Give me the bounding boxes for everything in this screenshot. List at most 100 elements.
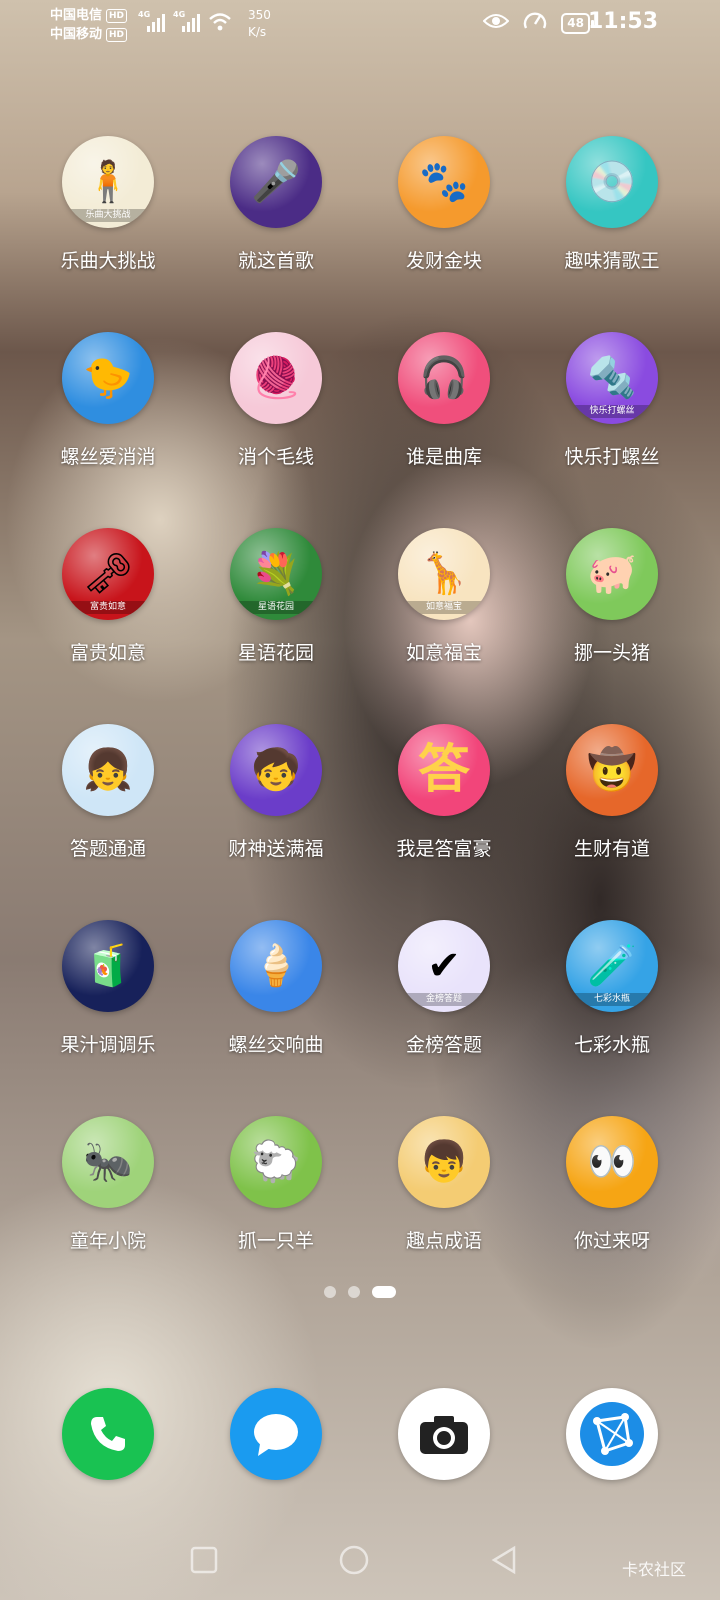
yellow-duck-icon[interactable]: 🐤 (62, 332, 154, 424)
app-item[interactable]: 🧒 财神送满福 (192, 724, 360, 920)
dock-item-browser[interactable] (528, 1388, 696, 1480)
app-icon-glyph: 🍦 (251, 943, 301, 989)
app-icon-glyph: 🧃 (83, 943, 133, 989)
app-label: 生财有道 (573, 838, 650, 860)
scholar-boy-icon[interactable]: 👦 (398, 1116, 490, 1208)
dock-item-camera[interactable] (360, 1388, 528, 1480)
microphone-icon[interactable]: 🎤 (230, 136, 322, 228)
music-challenge-icon[interactable]: 🧍 乐曲大挑战 (62, 136, 154, 228)
green-bottle-icon[interactable]: 🧪 七彩水瓶 (566, 920, 658, 1012)
app-icon-glyph: 💐 (251, 551, 301, 597)
app-item[interactable]: 👧 答题通通 (24, 724, 192, 920)
juice-bottles-icon[interactable]: 🧃 (62, 920, 154, 1012)
recent-apps-button[interactable] (188, 1544, 220, 1576)
singer-girl-icon[interactable]: 🎧 (398, 332, 490, 424)
app-label: 发财金块 (405, 250, 482, 272)
network-type-2: 4G (173, 10, 186, 19)
app-item[interactable]: 🎤 就这首歌 (192, 136, 360, 332)
flower-garden-icon[interactable]: 💐 星语花园 (230, 528, 322, 620)
page-dot-3-active[interactable] (372, 1286, 396, 1298)
quiz-book-icon[interactable]: ✔ 金榜答题 (398, 920, 490, 1012)
headphone-girl-icon[interactable]: 👧 (62, 724, 154, 816)
home-button[interactable] (338, 1544, 370, 1576)
app-item[interactable]: 🧪 七彩水瓶 七彩水瓶 (528, 920, 696, 1116)
app-icon-ribbon: 如意福宝 (398, 601, 490, 614)
pig-icon[interactable]: 🐖 (566, 528, 658, 620)
fortune-god-icon[interactable]: 🧒 (230, 724, 322, 816)
signal-indicators: 4G 4G (138, 10, 232, 32)
app-label: 如意福宝 (405, 642, 482, 664)
gold-block-icon[interactable]: 🐾 (398, 136, 490, 228)
app-item[interactable]: ✔ 金榜答题 金榜答题 (360, 920, 528, 1116)
app-icon-glyph: 答 (417, 740, 470, 800)
app-icon-glyph: 👦 (419, 1139, 469, 1185)
yarn-girl-icon[interactable]: 🧶 (230, 332, 322, 424)
rich-man-icon[interactable]: 🤠 (566, 724, 658, 816)
back-button[interactable] (488, 1544, 520, 1576)
app-label: 就这首歌 (237, 250, 314, 272)
hd-badge-2: HD (106, 27, 128, 42)
app-icon-glyph: 💿 (587, 159, 637, 205)
app-label: 金榜答题 (405, 1034, 482, 1056)
app-item[interactable]: 🎧 谁是曲库 (360, 332, 528, 528)
app-item[interactable]: 🦒 如意福宝 如意福宝 (360, 528, 528, 724)
page-indicator[interactable] (0, 1286, 720, 1298)
blue-blob-icon[interactable]: 👀 (566, 1116, 658, 1208)
screw-box-icon[interactable]: 🔩 快乐打螺丝 (566, 332, 658, 424)
page-dot-1[interactable] (324, 1286, 336, 1298)
app-label: 你过来呀 (573, 1230, 650, 1252)
app-item[interactable]: 🧃 果汁调调乐 (24, 920, 192, 1116)
page-dot-2[interactable] (348, 1286, 360, 1298)
signal-1-icon: 4G (138, 10, 165, 32)
ice-cream-screw-icon[interactable]: 🍦 (230, 920, 322, 1012)
app-item[interactable]: 💿 趣味猜歌王 (528, 136, 696, 332)
messages-icon[interactable] (230, 1388, 322, 1480)
app-item[interactable]: 👦 趣点成语 (360, 1116, 528, 1312)
app-item[interactable]: 🐖 挪一头猪 (528, 528, 696, 724)
app-item[interactable]: 🐾 发财金块 (360, 136, 528, 332)
dock-item-messages[interactable] (192, 1388, 360, 1480)
app-grid: 🧍 乐曲大挑战 乐曲大挑战 🎤 就这首歌 🐾 发财金块 💿 趣味猜歌王 🐤 螺丝爱消消 🧶 消个毛线 🎧 谁… (24, 136, 696, 1312)
app-item[interactable]: 💐 星语花园 星语花园 (192, 528, 360, 724)
signal-2-icon: 4G (173, 10, 200, 32)
network-speed: 350 K/s (248, 7, 271, 41)
answer-character-icon[interactable]: 答 (398, 724, 490, 816)
app-item[interactable]: 🤠 生财有道 (528, 724, 696, 920)
app-icon-glyph: 🧶 (251, 355, 301, 401)
app-icon-glyph: 🐜 (83, 1139, 133, 1185)
app-icon-glyph: 🎤 (251, 159, 301, 205)
app-icon-glyph: 🧪 (587, 943, 637, 989)
app-icon-glyph: 🦒 (419, 551, 469, 597)
app-label: 快乐打螺丝 (564, 446, 660, 468)
app-icon-glyph: 🐤 (83, 355, 133, 401)
dock (24, 1388, 696, 1480)
app-item[interactable]: 👀 你过来呀 (528, 1116, 696, 1312)
carrier-2-label: 中国移动 (50, 27, 103, 42)
app-label: 螺丝交响曲 (228, 1034, 324, 1056)
app-icon-glyph: 🎧 (419, 355, 469, 401)
app-item[interactable]: 答我是答富豪 (360, 724, 528, 920)
app-item[interactable]: 🔩 快乐打螺丝快乐打螺丝 (528, 332, 696, 528)
app-item[interactable]: 🍦 螺丝交响曲 (192, 920, 360, 1116)
giraffe-icon[interactable]: 🦒 如意福宝 (398, 528, 490, 620)
anteater-icon[interactable]: 🐜 (62, 1116, 154, 1208)
sheep-icon[interactable]: 🐑 (230, 1116, 322, 1208)
app-icon-ribbon: 金榜答题 (398, 993, 490, 1006)
phone-icon[interactable] (62, 1388, 154, 1480)
ruyi-scepter-icon[interactable]: 🗝 富贵如意 (62, 528, 154, 620)
app-item[interactable]: 🧶 消个毛线 (192, 332, 360, 528)
app-item[interactable]: 🗝 富贵如意 富贵如意 (24, 528, 192, 724)
status-time: 11:53 (587, 9, 658, 34)
dock-item-phone[interactable] (24, 1388, 192, 1480)
carrier-1-label: 中国电信 (50, 8, 103, 23)
app-label: 螺丝爱消消 (60, 446, 156, 468)
app-item[interactable]: 🐜 童年小院 (24, 1116, 192, 1312)
record-player-icon[interactable]: 💿 (566, 136, 658, 228)
app-item[interactable]: 🐤 螺丝爱消消 (24, 332, 192, 528)
browser-icon[interactable] (566, 1388, 658, 1480)
app-item[interactable]: 🐑 抓一只羊 (192, 1116, 360, 1312)
carrier-info: 中国电信 HD 中国移动 HD (50, 6, 128, 44)
navigation-bar (0, 1530, 720, 1590)
app-item[interactable]: 🧍 乐曲大挑战 乐曲大挑战 (24, 136, 192, 332)
camera-icon[interactable] (398, 1388, 490, 1480)
